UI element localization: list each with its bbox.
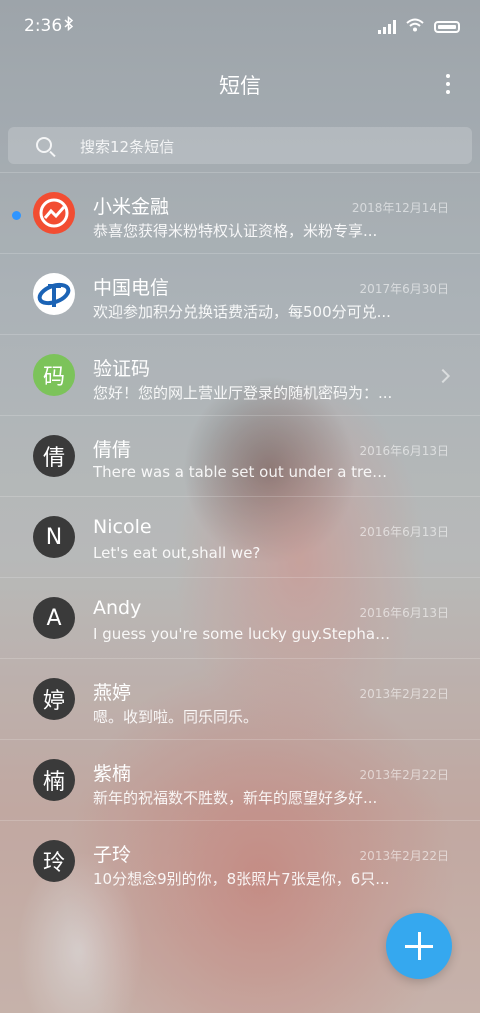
conversation-list: 小米金融 2018年12月14日 恭喜您获得米粉特权认证资格，米粉专享... 中… [0,172,480,901]
contact-name: 验证码 [93,358,151,380]
contact-name: 燕婷 [93,682,132,704]
message-preview: 新年的祝福数不胜数，新年的愿望好多好... [93,789,378,807]
battery-icon [434,20,460,33]
contact-name: 中国电信 [93,277,170,299]
message-preview: I guess you're some lucky guy.Stephani..… [93,625,393,643]
search-bar[interactable]: 搜索12条短信 [8,127,472,164]
contact-name: Nicole [93,516,152,538]
more-vertical-icon[interactable] [446,74,452,94]
avatar: 楠 [33,759,75,801]
search-icon [36,137,52,153]
message-date: 2017年6月30日 [359,282,449,296]
conversation-item[interactable]: A Andy 2016年6月13日 I guess you're some lu… [0,577,480,658]
contact-name: 子玲 [93,844,132,866]
conversation-item[interactable]: 楠 紫楠 2013年2月22日 新年的祝福数不胜数，新年的愿望好多好... [0,739,480,820]
status-bar: 2:36 [0,0,480,52]
message-preview: 欢迎参加积分兑换话费活动，每500分可兑... [93,303,391,321]
message-preview: 您好！您的网上营业厅登录的随机密码为：... [93,384,393,402]
contact-name: 倩倩 [93,439,132,461]
search-input[interactable]: 搜索12条短信 [80,136,174,157]
avatar: 倩 [33,435,75,477]
message-date: 2016年6月13日 [359,444,449,458]
header: 短信 [0,60,480,106]
message-preview: Let's eat out,shall we? [93,544,261,562]
signal-icon [378,19,396,34]
message-date: 2013年2月22日 [359,687,449,701]
status-icons [378,17,460,36]
message-date: 2018年12月14日 [351,201,449,215]
page-title: 短信 [219,74,261,98]
contact-name: 小米金融 [93,196,170,218]
plus-icon [405,932,433,960]
unread-dot [12,211,21,220]
china-telecom-logo-icon [33,273,75,315]
bluetooth-icon [64,15,74,35]
message-preview: 10分想念9别的你，8张照片7张是你，6只... [93,870,390,888]
new-message-button[interactable] [386,913,452,979]
mi-finance-logo-icon [33,192,75,234]
message-preview: There was a table set out under a tree i… [93,463,393,481]
avatar: 婷 [33,678,75,720]
avatar: A [33,597,75,639]
conversation-item[interactable]: 码 验证码 您好！您的网上营业厅登录的随机密码为：... [0,334,480,415]
message-date: 2016年6月13日 [359,606,449,620]
message-preview: 恭喜您获得米粉特权认证资格，米粉专享... [93,222,378,240]
conversation-item[interactable]: 倩 倩倩 2016年6月13日 There was a table set ou… [0,415,480,496]
contact-name: Andy [93,597,142,619]
message-date: 2016年6月13日 [359,525,449,539]
conversation-item[interactable]: N Nicole 2016年6月13日 Let's eat out,shall … [0,496,480,577]
message-date: 2013年2月22日 [359,849,449,863]
chevron-right-icon [435,368,451,384]
message-preview: 嗯。收到啦。同乐同乐。 [93,708,259,726]
message-date: 2013年2月22日 [359,768,449,782]
conversation-item[interactable]: 婷 燕婷 2013年2月22日 嗯。收到啦。同乐同乐。 [0,658,480,739]
status-time: 2:36 [24,16,63,36]
contact-name: 紫楠 [93,763,132,785]
avatar: 玲 [33,840,75,882]
wifi-icon [406,17,424,36]
avatar: 码 [33,354,75,396]
conversation-item[interactable]: 玲 子玲 2013年2月22日 10分想念9别的你，8张照片7张是你，6只... [0,820,480,901]
conversation-item[interactable]: 小米金融 2018年12月14日 恭喜您获得米粉特权认证资格，米粉专享... [0,172,480,253]
conversation-item[interactable]: 中国电信 2017年6月30日 欢迎参加积分兑换话费活动，每500分可兑... [0,253,480,334]
avatar: N [33,516,75,558]
